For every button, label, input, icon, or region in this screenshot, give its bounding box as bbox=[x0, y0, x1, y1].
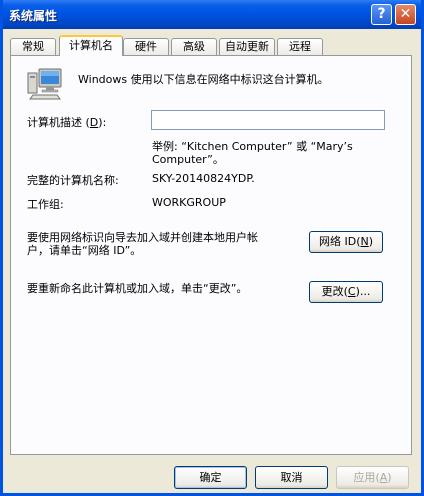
system-properties-dialog: 系统属性 ? ✕ 常规 计算机名 硬件 高级 自动更新 远程 Windows 使… bbox=[0, 0, 424, 496]
workgroup-label: 工作组: bbox=[27, 198, 64, 211]
computer-description-input[interactable] bbox=[151, 110, 385, 130]
tab-advanced[interactable]: 高级 bbox=[171, 38, 217, 55]
tab-general[interactable]: 常规 bbox=[10, 38, 56, 55]
network-id-button[interactable]: 网络 ID(N) bbox=[309, 231, 383, 253]
intro-text: Windows 使用以下信息在网络中标识这台计算机。 bbox=[78, 73, 329, 86]
help-icon: ? bbox=[377, 6, 386, 22]
full-computer-name-label: 完整的计算机名称: bbox=[27, 174, 119, 187]
tab-hardware[interactable]: 硬件 bbox=[123, 38, 169, 55]
title-bar[interactable]: 系统属性 ? ✕ bbox=[3, 0, 421, 29]
help-button[interactable]: ? bbox=[371, 4, 392, 25]
tab-panel-computer-name: Windows 使用以下信息在网络中标识这台计算机。 计算机描述 (D): 举例… bbox=[10, 55, 412, 455]
change-button[interactable]: 更改(C)... bbox=[309, 281, 383, 303]
description-label: 计算机描述 (D): bbox=[27, 116, 107, 129]
rename-text: 要重新命名此计算机或加入域，单击“更改”。 bbox=[27, 282, 248, 295]
example-text-line2: Computer”。 bbox=[152, 153, 224, 166]
cancel-button[interactable]: 取消 bbox=[255, 466, 328, 489]
tab-remote[interactable]: 远程 bbox=[277, 38, 323, 55]
tab-computer-name[interactable]: 计算机名 bbox=[59, 35, 123, 56]
window-title: 系统属性 bbox=[9, 9, 58, 23]
full-computer-name-value: SKY-20140824YDP. bbox=[152, 172, 255, 185]
computer-icon bbox=[27, 68, 62, 100]
network-id-text-line2: 户，请单击“网络 ID”。 bbox=[27, 244, 142, 257]
workgroup-value: WORKGROUP bbox=[152, 196, 226, 209]
apply-button[interactable]: 应用(A) bbox=[336, 466, 409, 489]
ok-button[interactable]: 确定 bbox=[174, 466, 247, 489]
close-icon: ✕ bbox=[399, 6, 412, 22]
tab-automatic-updates[interactable]: 自动更新 bbox=[219, 38, 275, 55]
close-button[interactable]: ✕ bbox=[395, 4, 416, 25]
